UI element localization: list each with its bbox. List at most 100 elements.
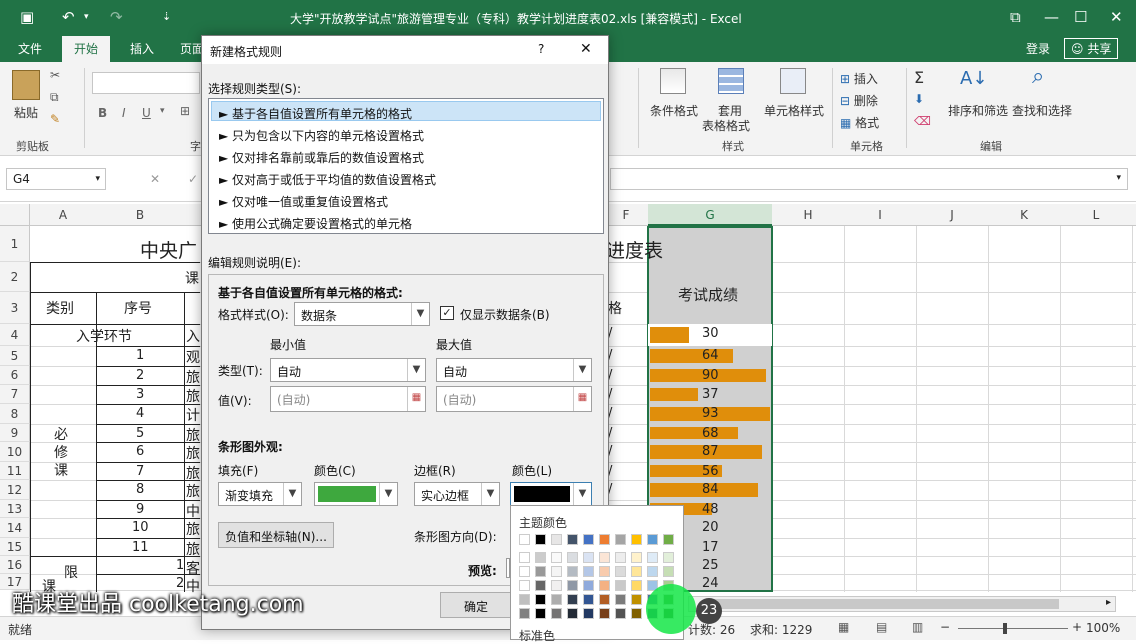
range-picker-icon[interactable]: ▦ <box>573 387 591 411</box>
table-format-icon[interactable] <box>718 68 744 94</box>
column-header[interactable]: H <box>772 208 844 222</box>
minimize-icon[interactable]: — <box>1044 8 1059 26</box>
color-swatch[interactable] <box>583 566 594 577</box>
fill-color-select[interactable]: ▼ <box>314 482 398 506</box>
scrollbar-thumb[interactable] <box>709 599 1059 609</box>
tab-home[interactable]: 开始 <box>62 36 111 62</box>
format-painter-icon[interactable]: ✎ <box>50 112 60 126</box>
row-header[interactable]: 10 <box>0 442 30 462</box>
sort-filter-icon[interactable]: A↓ <box>960 68 987 89</box>
color-swatch[interactable] <box>535 580 546 591</box>
row-header[interactable]: 11 <box>0 462 30 480</box>
color-swatch[interactable] <box>567 566 578 577</box>
color-swatch[interactable] <box>519 566 530 577</box>
tab-file[interactable]: 文件 <box>18 40 42 57</box>
rule-type-item[interactable]: ► 使用公式确定要设置格式的单元格 <box>219 215 412 232</box>
normal-view-icon[interactable]: ▦ <box>838 620 849 634</box>
row-header[interactable]: 13 <box>0 500 30 518</box>
color-swatch[interactable] <box>599 608 610 619</box>
share-button[interactable]: ☺ 共享 <box>1064 38 1119 59</box>
row-header[interactable]: 12 <box>0 480 30 500</box>
cut-icon[interactable]: ✂ <box>50 68 60 82</box>
color-swatch[interactable] <box>663 552 674 563</box>
zoom-in-icon[interactable]: + <box>1072 620 1082 634</box>
color-swatch[interactable] <box>567 594 578 605</box>
column-header[interactable]: K <box>988 208 1060 222</box>
row-header[interactable]: 15 <box>0 538 30 556</box>
redo-icon[interactable]: ↷ <box>110 8 123 26</box>
color-swatch[interactable] <box>551 534 562 545</box>
row-header[interactable]: 5 <box>0 346 30 366</box>
name-box-dropdown-icon[interactable]: ▾ <box>95 174 100 184</box>
sort-filter-label[interactable]: 排序和筛选 <box>948 102 1008 119</box>
color-swatch[interactable] <box>519 608 530 619</box>
color-swatch[interactable] <box>647 566 658 577</box>
cell-style-icon[interactable] <box>780 68 806 94</box>
border-type-select[interactable]: 实心边框 ▼ <box>414 482 500 506</box>
undo-icon[interactable]: ↶ <box>62 8 75 26</box>
color-swatch[interactable] <box>647 534 658 545</box>
column-header[interactable]: G <box>648 204 772 226</box>
select-all-button[interactable] <box>0 204 30 226</box>
dialog-close-icon[interactable]: ✕ <box>580 41 592 57</box>
rule-type-item[interactable]: ► 仅对高于或低于平均值的数值设置格式 <box>219 171 436 188</box>
negative-axis-button[interactable]: 负值和坐标轴(N)... <box>218 522 334 548</box>
delete-cells-button[interactable]: ⊟ 删除 <box>840 92 878 109</box>
zoom-slider[interactable] <box>958 628 1068 629</box>
enter-icon[interactable]: ✓ <box>188 172 198 186</box>
row-header[interactable]: 7 <box>0 385 30 404</box>
row-header[interactable]: 6 <box>0 366 30 385</box>
border-color-select[interactable]: ▼ <box>510 482 592 506</box>
cell-style-label[interactable]: 单元格样式 <box>764 102 824 119</box>
format-style-select[interactable]: 数据条 ▼ <box>294 302 430 326</box>
color-swatch[interactable] <box>551 580 562 591</box>
color-swatch[interactable] <box>519 552 530 563</box>
name-box[interactable]: G4 ▾ <box>6 168 106 190</box>
find-select-label[interactable]: 查找和选择 <box>1012 102 1072 119</box>
color-swatch[interactable] <box>519 534 530 545</box>
color-swatch[interactable] <box>519 580 530 591</box>
close-window-icon[interactable]: ✕ <box>1110 8 1123 26</box>
color-swatch[interactable] <box>535 594 546 605</box>
color-swatch[interactable] <box>551 566 562 577</box>
column-header[interactable]: J <box>916 208 988 222</box>
column-header[interactable]: L <box>1060 208 1132 222</box>
color-swatch[interactable] <box>615 608 626 619</box>
conditional-format-label[interactable]: 条件格式 <box>650 102 698 119</box>
color-swatch[interactable] <box>615 566 626 577</box>
color-swatch[interactable] <box>551 552 562 563</box>
color-swatch[interactable] <box>583 580 594 591</box>
font-name-box[interactable] <box>92 72 200 94</box>
show-bar-only-checkbox[interactable]: ✓ <box>440 306 454 320</box>
color-swatch[interactable] <box>567 608 578 619</box>
page-break-icon[interactable]: ▥ <box>912 620 923 634</box>
scroll-right-icon[interactable]: ▸ <box>1106 597 1111 608</box>
color-swatch[interactable] <box>567 552 578 563</box>
min-value-input[interactable]: (自动) ▦ <box>270 386 426 412</box>
color-swatch[interactable] <box>647 552 658 563</box>
color-swatch[interactable] <box>631 534 642 545</box>
color-swatch[interactable] <box>663 566 674 577</box>
insert-cells-button[interactable]: ⊞ 插入 <box>840 70 878 87</box>
color-swatch[interactable] <box>615 534 626 545</box>
color-swatch[interactable] <box>615 594 626 605</box>
ok-button[interactable]: 确定 <box>440 592 512 618</box>
color-swatch[interactable] <box>599 552 610 563</box>
color-swatch[interactable] <box>599 580 610 591</box>
customize-toolbar-icon[interactable]: ⇣ <box>162 8 171 26</box>
color-swatch[interactable] <box>631 580 642 591</box>
row-header[interactable]: 4 <box>0 324 30 346</box>
color-swatch[interactable] <box>535 608 546 619</box>
column-header[interactable]: B <box>96 208 184 222</box>
copy-icon[interactable]: ⧉ <box>50 90 59 105</box>
undo-dropdown-icon[interactable]: ▾ <box>84 8 89 26</box>
row-header[interactable]: 9 <box>0 424 30 442</box>
formula-input[interactable]: ▾ <box>610 168 1128 190</box>
column-header[interactable]: F <box>604 208 648 222</box>
color-swatch[interactable] <box>535 566 546 577</box>
save-icon[interactable]: ▣ <box>20 8 34 26</box>
find-select-icon[interactable]: ⌕ <box>1032 64 1044 89</box>
fill-icon[interactable]: ⬇ <box>914 92 924 106</box>
color-swatch[interactable] <box>631 566 642 577</box>
color-swatch[interactable] <box>583 534 594 545</box>
